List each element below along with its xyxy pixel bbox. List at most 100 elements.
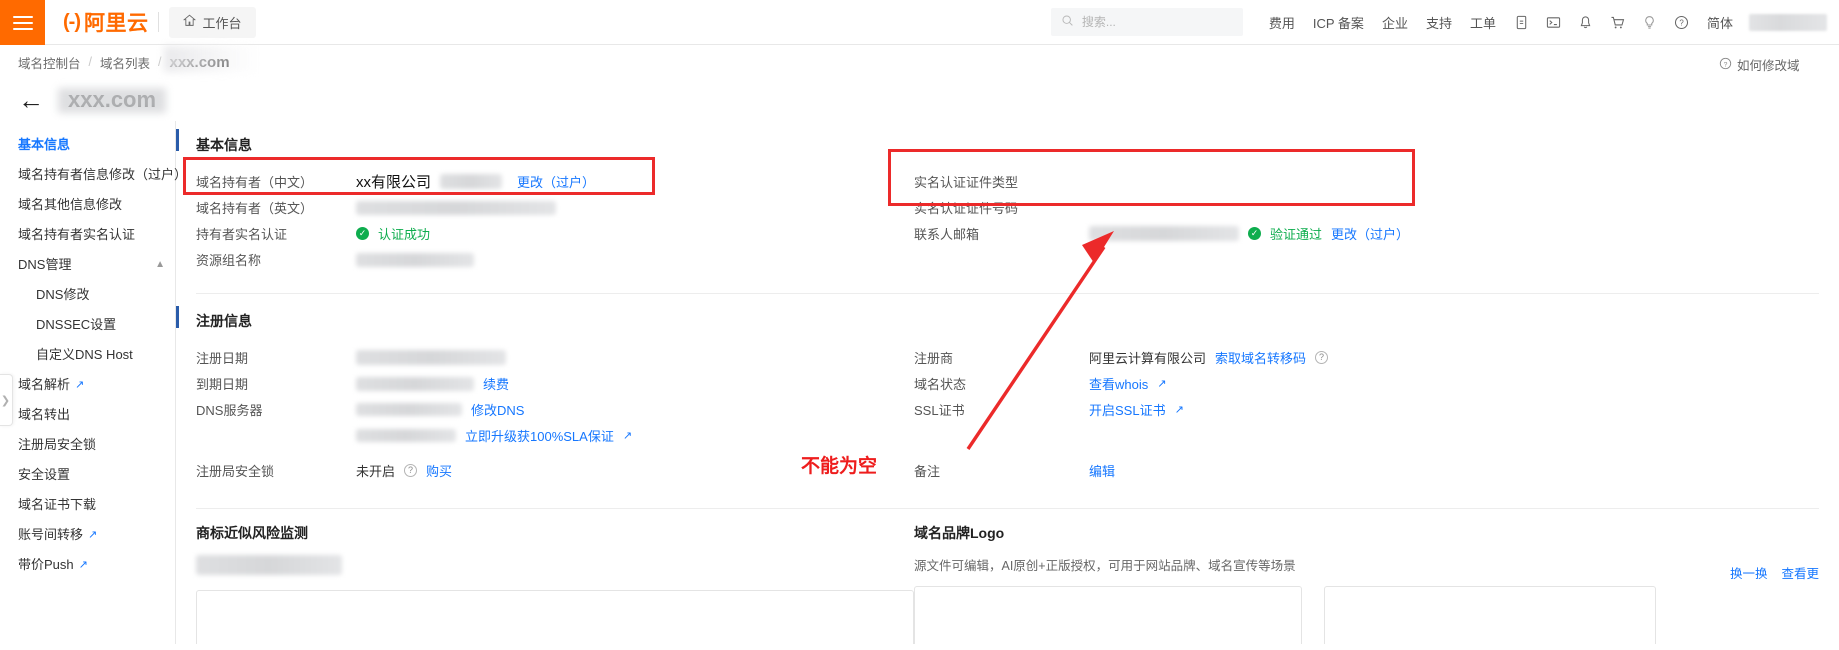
renew-link[interactable]: 续费 bbox=[483, 374, 509, 393]
sidebar-item-dns-management[interactable]: DNS管理 ▲ bbox=[0, 250, 175, 280]
user-avatar-redacted[interactable] bbox=[1749, 13, 1827, 31]
accent-bar bbox=[176, 129, 179, 151]
email-change-link[interactable]: 更改（过户） bbox=[1331, 224, 1409, 243]
sidebar-item-domain-transfer-out[interactable]: 域名转出 bbox=[0, 400, 175, 430]
trademark-tile[interactable] bbox=[196, 590, 914, 644]
bulb-icon[interactable] bbox=[1642, 15, 1657, 30]
nav-item-enterprise[interactable]: 企业 bbox=[1382, 13, 1408, 32]
row-realname: 持有者实名认证 ✓ 认证成功 bbox=[196, 221, 914, 246]
language-switch[interactable]: 简体 bbox=[1707, 13, 1733, 32]
register-info-title: 注册信息 bbox=[196, 313, 252, 329]
page-title-bar: ← xxx.com bbox=[0, 79, 1839, 121]
terminal-icon[interactable] bbox=[1546, 15, 1561, 30]
app-icon[interactable] bbox=[1514, 15, 1529, 30]
sidebar-item-label: 注册局安全锁 bbox=[18, 437, 97, 452]
sidebar-item-account-transfer[interactable]: 账号间转移 ↗ bbox=[0, 520, 175, 550]
how-to-modify-link[interactable]: ? 如何修改域 bbox=[1719, 55, 1839, 74]
brand-logo-tile[interactable] bbox=[1324, 586, 1656, 644]
owner-cn-value-redacted bbox=[440, 174, 503, 189]
search-input[interactable] bbox=[1079, 14, 1233, 30]
ssl-label: SSL证书 bbox=[914, 403, 965, 418]
arrow-left-icon[interactable]: ← bbox=[18, 87, 44, 113]
help-circle-icon[interactable]: ? bbox=[1674, 15, 1689, 30]
nav-item-icp[interactable]: ICP 备案 bbox=[1313, 13, 1364, 32]
hamburger-icon bbox=[12, 12, 33, 34]
view-more-link[interactable]: 查看更 bbox=[1781, 563, 1819, 582]
owner-cn-value: xx有限公司 bbox=[356, 174, 432, 191]
enable-ssl-link[interactable]: 开启SSL证书 bbox=[1089, 400, 1166, 419]
register-info-right-column: 注册商 阿里云计算有限公司 索取域名转移码 ? 域名状态 查看whois ↗ S… bbox=[914, 345, 1819, 484]
sidebar-item-label: DNS修改 bbox=[36, 287, 90, 302]
sidebar-item-label: 域名其他信息修改 bbox=[18, 197, 123, 212]
dns-server-label: DNS服务器 bbox=[196, 403, 263, 418]
external-link-icon: ↗ bbox=[88, 529, 98, 541]
brand-logo-tile[interactable] bbox=[914, 586, 1302, 644]
cert-type-label: 实名认证证件类型 bbox=[914, 175, 1019, 190]
sidebar-item-label: 账号间转移 bbox=[18, 527, 84, 542]
row-dns-server: DNS服务器 修改DNS bbox=[196, 397, 914, 422]
aliyun-logo-mark: (-) bbox=[63, 10, 81, 33]
nav-item-fee[interactable]: 费用 bbox=[1269, 13, 1295, 32]
sidebar-collapse-handle[interactable]: ❯ bbox=[0, 374, 13, 426]
question-circle-icon[interactable]: ? bbox=[1315, 351, 1329, 364]
annotation-not-empty-label: 不能为空 bbox=[801, 456, 878, 477]
registry-lock-label: 注册局安全锁 bbox=[196, 464, 275, 479]
owner-cn-label: 域名持有者（中文） bbox=[196, 175, 314, 190]
modify-dns-link[interactable]: 修改DNS bbox=[471, 400, 524, 419]
expire-date-value-redacted bbox=[356, 376, 474, 391]
change-logo-link[interactable]: 换一换 bbox=[1730, 563, 1768, 582]
cart-icon[interactable] bbox=[1610, 15, 1625, 30]
global-search[interactable] bbox=[1050, 8, 1243, 36]
workbench-button[interactable]: 工作台 bbox=[169, 6, 256, 38]
row-ssl: SSL证书 开启SSL证书 ↗ bbox=[914, 397, 1819, 422]
sidebar-item-owner-realname[interactable]: 域名持有者实名认证 bbox=[0, 220, 175, 250]
nav-item-support[interactable]: 支持 bbox=[1426, 13, 1452, 32]
sidebar-item-registry-lock[interactable]: 注册局安全锁 bbox=[0, 430, 175, 460]
breadcrumb-item-console[interactable]: 域名控制台 bbox=[18, 53, 81, 72]
resource-group-label: 资源组名称 bbox=[196, 253, 262, 268]
sidebar-item-priced-push[interactable]: 带价Push ↗ bbox=[0, 550, 175, 580]
aliyun-logo[interactable]: (-) 阿里云 bbox=[63, 7, 148, 37]
buy-link[interactable]: 购买 bbox=[426, 461, 452, 480]
sidebar-item-domain-resolve[interactable]: 域名解析 ↗ bbox=[0, 370, 175, 400]
sidebar-item-custom-dns-host[interactable]: 自定义DNS Host bbox=[0, 340, 175, 370]
basic-info-grid: 域名持有者（中文） xx有限公司 更改（过户） 域名持有者（英文） 持有者实名认… bbox=[196, 169, 1819, 273]
bell-icon[interactable] bbox=[1578, 15, 1593, 30]
brand-logo-description: 源文件可编辑，AI原创+正版授权，可用于网站品牌、域名宣传等场景 bbox=[914, 559, 1296, 573]
sidebar-item-dnssec[interactable]: DNSSEC设置 bbox=[0, 310, 175, 340]
whois-link[interactable]: 查看whois bbox=[1089, 374, 1148, 393]
row-reg-date: 注册日期 bbox=[196, 345, 914, 370]
breadcrumb-item-domain-list[interactable]: 域名列表 bbox=[100, 53, 150, 72]
row-owner-cn: 域名持有者（中文） xx有限公司 更改（过户） bbox=[196, 169, 914, 194]
accent-bar bbox=[176, 306, 179, 328]
transfer-code-link[interactable]: 索取域名转移码 bbox=[1215, 348, 1306, 367]
reg-date-value-redacted bbox=[356, 350, 506, 365]
question-circle-icon[interactable]: ? bbox=[404, 464, 418, 477]
hamburger-menu-button[interactable] bbox=[0, 0, 45, 45]
sidebar-item-certificate-download[interactable]: 域名证书下载 bbox=[0, 490, 175, 520]
sla-upgrade-link[interactable]: 立即升级获100%SLA保证 bbox=[465, 426, 614, 445]
nav-item-ticket[interactable]: 工单 bbox=[1470, 13, 1496, 32]
sidebar-item-label: 自定义DNS Host bbox=[36, 347, 133, 362]
sidebar-item-basic-info[interactable]: 基本信息 bbox=[0, 130, 175, 160]
sidebar-item-owner-change[interactable]: 域名持有者信息修改（过户） bbox=[0, 160, 187, 190]
row-registrar: 注册商 阿里云计算有限公司 索取域名转移码 ? bbox=[914, 345, 1819, 370]
sidebar-item-label: DNS管理 bbox=[18, 257, 72, 272]
cert-number-label: 实名认证证件号码 bbox=[914, 201, 1019, 216]
sidebar-item-security-settings[interactable]: 安全设置 bbox=[0, 460, 175, 490]
breadcrumb-separator: / bbox=[88, 55, 92, 69]
email-label: 联系人邮箱 bbox=[914, 227, 980, 242]
external-link-icon: ↗ bbox=[622, 430, 633, 442]
sidebar-item-dns-modify[interactable]: DNS修改 bbox=[0, 280, 175, 310]
sidebar-item-label: DNSSEC设置 bbox=[36, 317, 117, 332]
basic-info-left-column: 域名持有者（中文） xx有限公司 更改（过户） 域名持有者（英文） 持有者实名认… bbox=[196, 169, 914, 273]
owner-cn-change-link[interactable]: 更改（过户） bbox=[517, 172, 595, 191]
sidebar-item-other-change[interactable]: 域名其他信息修改 bbox=[0, 190, 175, 220]
home-icon bbox=[183, 14, 197, 30]
remark-edit-link[interactable]: 编辑 bbox=[1089, 461, 1115, 480]
brand-logo-title: 域名品牌Logo bbox=[914, 525, 1005, 541]
email-status: 验证通过 bbox=[1270, 227, 1323, 242]
remark-value-group: 编辑 bbox=[1089, 461, 1115, 480]
header-spacer bbox=[270, 0, 1051, 44]
sidebar-item-label: 域名解析 bbox=[18, 377, 71, 392]
